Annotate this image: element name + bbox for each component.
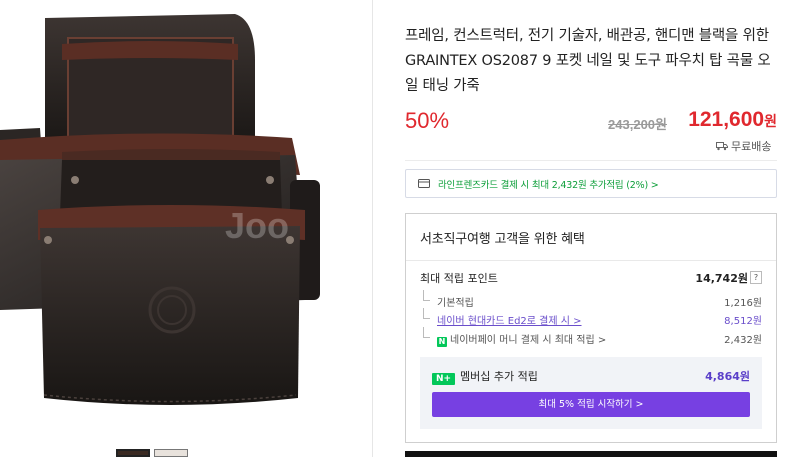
membership-value: 4,864원 (705, 370, 750, 383)
max-points-value: 14,742원 (695, 272, 748, 285)
membership-label: 멤버십 추가 적립 (460, 370, 538, 383)
section-divider (405, 160, 777, 161)
tool-pouch-image (0, 0, 372, 457)
thumbnail-2[interactable] (154, 449, 188, 457)
bottom-action-bar (405, 451, 777, 457)
price-row: 50% 243,200원 121,600원 (405, 106, 777, 138)
help-icon[interactable]: ? (750, 271, 762, 284)
basic-points-label: 기본적립 (437, 298, 474, 309)
basic-points-row: 기본적립 1,216원 (420, 290, 762, 310)
product-image[interactable]: Joo (0, 0, 372, 457)
delivery-label: 무료배송 (731, 140, 772, 153)
truck-icon (716, 142, 728, 151)
discount-rate: 50% (405, 108, 450, 133)
npay-money-link[interactable]: N 네이버페이 머니 결제 시 최대 적립 > (437, 331, 606, 347)
npay-money-label: 네이버페이 머니 결제 시 최대 적립 > (450, 335, 607, 346)
hyundai-card-row: 네이버 현대카드 Ed2로 결제 시 > 8,512원 (420, 308, 762, 328)
card-promo-banner[interactable]: 라인프렌즈카드 결제 시 최대 2,432원 추가적립 (2%) > (405, 169, 777, 198)
delivery-info: 무료배송 (716, 138, 771, 154)
vertical-divider (372, 0, 373, 457)
naver-plus-icon: N+ (432, 373, 455, 385)
card-icon (418, 179, 430, 188)
max-points-row: 최대 적립 포인트 14,742원 ? (420, 270, 762, 288)
sale-price: 121,600원 (688, 108, 777, 132)
benefits-panel: 서초직구여행 고객을 위한 혜택 최대 적립 포인트 14,742원 ? 기본적… (405, 213, 777, 443)
basic-points-value: 1,216원 (724, 298, 762, 309)
thumbnail-1[interactable] (116, 449, 150, 457)
npay-money-row: N 네이버페이 머니 결제 시 최대 적립 > 2,432원 (420, 327, 762, 347)
original-price: 243,200원 (608, 117, 667, 132)
hyundai-card-link[interactable]: 네이버 현대카드 Ed2로 결제 시 > (437, 312, 582, 327)
npay-icon: N (437, 337, 447, 347)
watermark: Joo (225, 205, 290, 246)
benefits-title: 서초직구여행 고객을 위한 혜택 (420, 232, 585, 247)
npay-money-value: 2,432원 (724, 335, 762, 346)
benefits-divider (406, 260, 776, 261)
sale-price-unit: 원 (764, 113, 777, 129)
card-promo-text: 라인프렌즈카드 결제 시 최대 2,432원 추가적립 (2%) > (438, 179, 659, 191)
membership-start-button[interactable]: 최대 5% 적립 시작하기 > (432, 392, 750, 417)
max-points-label: 최대 적립 포인트 (420, 272, 498, 285)
membership-panel: N+ 멤버십 추가 적립 4,864원 최대 5% 적립 시작하기 > (420, 357, 762, 429)
thumbnail-strip (116, 449, 188, 457)
hyundai-card-value: 8,512원 (724, 316, 762, 327)
sale-price-number: 121,600 (688, 108, 765, 131)
product-title: 프레임, 컨스트럭터, 전기 기술자, 배관공, 핸디맨 블랙을 위한 GRAI… (405, 28, 771, 94)
membership-row: N+ 멤버십 추가 적립 4,864원 (432, 368, 750, 385)
